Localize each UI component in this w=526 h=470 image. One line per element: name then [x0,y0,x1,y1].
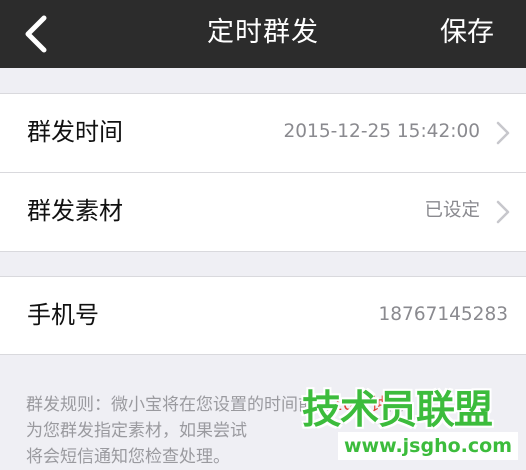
phone-value: 18767145283 [378,304,508,325]
material-label: 群发素材 [27,197,123,225]
material-row[interactable]: 群发素材 已设定 [0,173,526,251]
material-value: 已设定 [424,200,480,221]
chevron-right-icon [496,121,510,145]
watermark: 技术员联盟 www.jsgho.com [298,388,526,467]
rules-line-1-prefix: 群发规则：微小宝将在您设置的时间前后 [26,395,332,415]
send-time-value: 2015-12-25 15:42:00 [283,121,480,142]
watermark-text: 技术员联盟 [302,388,493,433]
chevron-right-icon [496,200,510,224]
send-settings-group: 群发时间 2015-12-25 15:42:00 群发素材 已设定 [0,93,526,252]
watermark-url: www.jsgho.com [338,432,518,460]
send-time-row[interactable]: 群发时间 2015-12-25 15:42:00 [0,94,526,173]
send-time-label: 群发时间 [27,118,123,146]
phone-group: 手机号 18767145283 [0,276,526,355]
save-button[interactable]: 保存 [440,14,494,52]
phone-label: 手机号 [27,301,99,329]
nav-bar: 定时群发 保存 [0,0,526,68]
phone-row[interactable]: 手机号 18767145283 [0,277,526,355]
